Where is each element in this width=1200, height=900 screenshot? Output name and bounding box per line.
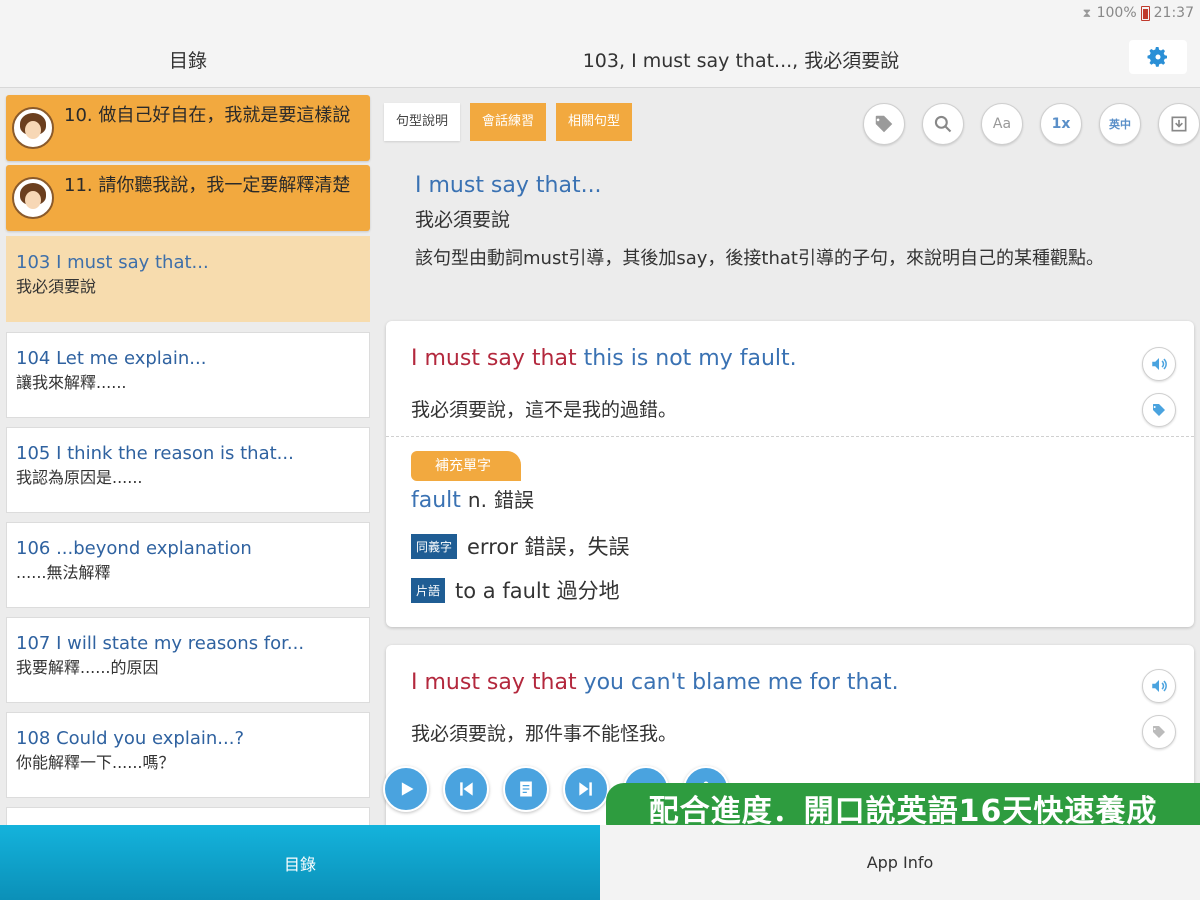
chapter-label: 10. 做自己好自在，我就是要這樣說 [64, 105, 351, 126]
play-button[interactable] [383, 766, 429, 812]
speaker-icon [1152, 358, 1167, 370]
synonym-text: error 錯誤，失誤 [467, 535, 630, 559]
vocab-word: fault [411, 488, 461, 513]
pattern-highlight: I must say that [411, 670, 577, 695]
sidebar-item-105[interactable]: 105 I think the reason is that... 我認為原因是… [6, 427, 370, 513]
bookmark-sentence-button[interactable] [1142, 393, 1176, 427]
avatar [12, 107, 54, 149]
synonym-row: 同義字 error 錯誤，失誤 [411, 531, 630, 561]
example-sentence-english: I must say that you can't blame me for t… [411, 667, 899, 699]
app-header: 目錄 103, I must say that..., 我必須要說 [0, 28, 1200, 88]
pattern-description: 該句型由動詞must引導，其後加say，後接that引導的子句，來說明自己的某種… [415, 248, 1104, 269]
sidebar-chapter-11[interactable]: 11. 請你聽我說，我一定要解釋清楚 [6, 165, 370, 231]
item-chinese: 我必須要說 [16, 277, 97, 296]
pattern-explanation: I must say that... 我必須要說 該句型由動詞must引導，其後… [415, 169, 1195, 273]
nav-contents[interactable]: 目錄 [0, 825, 600, 900]
font-size-button[interactable]: Aa [981, 103, 1023, 145]
search-icon [934, 115, 952, 133]
sidebar-item-107[interactable]: 107 I will state my reasons for... 我要解釋.… [6, 617, 370, 703]
download-icon [1171, 116, 1187, 132]
play-audio-button[interactable] [1142, 347, 1176, 381]
tag-icon [1153, 726, 1165, 738]
pattern-english: I must say that... [415, 173, 602, 198]
sidebar-item-106[interactable]: 106 ...beyond explanation ......無法解釋 [6, 522, 370, 608]
battery-icon [1140, 5, 1150, 21]
tab-conversation-practice[interactable]: 會話練習 [470, 103, 547, 141]
nav-app-info[interactable]: App Info [600, 825, 1200, 900]
example-card: I must say that this is not my fault. 我必… [386, 321, 1194, 627]
item-english: 103 I must say that... [16, 252, 209, 273]
content-tabs: 句型說明 會話練習 相關句型 [384, 103, 633, 141]
sidebar-item-108[interactable]: 108 Could you explain...? 你能解釋一下......嗎？ [6, 712, 370, 798]
speaker-icon [1152, 680, 1167, 692]
next-button[interactable] [563, 766, 609, 812]
toolbar: Aa 1x 英中 [863, 103, 1200, 145]
example-sentence-chinese: 我必須要說，那件事不能怪我。 [411, 723, 678, 745]
bookmark-button[interactable] [863, 103, 905, 145]
gear-icon [1147, 47, 1168, 67]
example-sentence-chinese: 我必須要說，這不是我的過錯。 [411, 399, 678, 421]
page-title: 103, I must say that..., 我必須要說 [582, 50, 900, 72]
pattern-chinese: 我必須要說 [415, 209, 511, 231]
settings-button[interactable] [1129, 40, 1187, 74]
main-content[interactable]: 句型說明 會話練習 相關句型 Aa 1x 英中 I must say that.… [380, 89, 1200, 825]
sentence-rest: this is not my fault. [576, 346, 797, 371]
item-chinese: 我認為原因是...... [16, 468, 143, 487]
item-chinese: 你能解釋一下......嗎？ [16, 753, 175, 772]
item-english: 107 I will state my reasons for... [16, 633, 305, 654]
phrase-text: to a fault 過分地 [455, 579, 620, 603]
previous-button[interactable] [443, 766, 489, 812]
sidebar-chapter-10[interactable]: 10. 做自己好自在，我就是要這樣說 [6, 95, 370, 161]
sidebar-item-104[interactable]: 104 Let me explain... 讓我來解釋...... [6, 332, 370, 418]
item-english: 106 ...beyond explanation [16, 538, 252, 559]
sentence-rest: you can't blame me for that. [576, 670, 899, 695]
example-sentence-english: I must say that this is not my fault. [411, 343, 797, 375]
clock: 21:37 [1153, 5, 1194, 21]
language-toggle-button[interactable]: 英中 [1099, 103, 1141, 145]
item-chinese: ......無法解釋 [16, 563, 111, 582]
avatar [12, 177, 54, 219]
vocab-entry: fault n. 錯誤 [411, 484, 534, 513]
item-english: 105 I think the reason is that... [16, 443, 294, 464]
bookmark-sentence-button[interactable] [1142, 715, 1176, 749]
speed-button[interactable]: 1x [1040, 103, 1082, 145]
item-english: 104 Let me explain... [16, 348, 207, 369]
tab-pattern-explanation[interactable]: 句型說明 [384, 103, 461, 141]
play-icon [401, 782, 414, 796]
bottom-navigation: 目錄 App Info [0, 825, 1200, 900]
sidebar-list[interactable]: 10. 做自己好自在，我就是要這樣說 11. 請你聽我說，我一定要解釋清楚 10… [0, 89, 376, 825]
search-button[interactable] [922, 103, 964, 145]
sidebar-item-next[interactable] [6, 807, 370, 825]
tab-related-patterns[interactable]: 相關句型 [556, 103, 633, 141]
tag-icon [1153, 404, 1165, 416]
item-chinese: 讓我來解釋...... [16, 373, 127, 392]
item-english: 108 Could you explain...? [16, 728, 245, 749]
sidebar-title: 目錄 [168, 50, 207, 72]
skip-previous-icon [460, 782, 473, 796]
item-chinese: 我要解釋......的原因 [16, 658, 159, 677]
phrase-tag: 片語 [411, 577, 446, 603]
hourglass-icon: ⧗ [1082, 6, 1092, 20]
status-bar: ⧗ 100% 21:37 [0, 0, 1200, 28]
chapter-label: 11. 請你聽我說，我一定要解釋清楚 [64, 175, 351, 196]
sidebar-item-103[interactable]: 103 I must say that... 我必須要說 [6, 236, 370, 322]
playlist-icon [520, 781, 532, 797]
download-button[interactable] [1158, 103, 1200, 145]
supplementary-vocab-badge: 補充單字 [411, 451, 521, 481]
divider [386, 436, 1194, 437]
tag-icon [875, 115, 893, 133]
playlist-button[interactable] [503, 766, 549, 812]
vocab-part-of-speech: n. [467, 488, 487, 512]
synonym-tag: 同義字 [411, 533, 458, 559]
phrase-row: 片語 to a fault 過分地 [411, 575, 620, 605]
status-indicators: ⧗ 100% 21:37 [1083, 5, 1194, 21]
pattern-highlight: I must say that [411, 346, 577, 371]
play-audio-button[interactable] [1142, 669, 1176, 703]
battery-percent: 100% [1096, 5, 1137, 21]
skip-next-icon [579, 782, 592, 796]
vocab-definition: 錯誤 [493, 488, 534, 512]
